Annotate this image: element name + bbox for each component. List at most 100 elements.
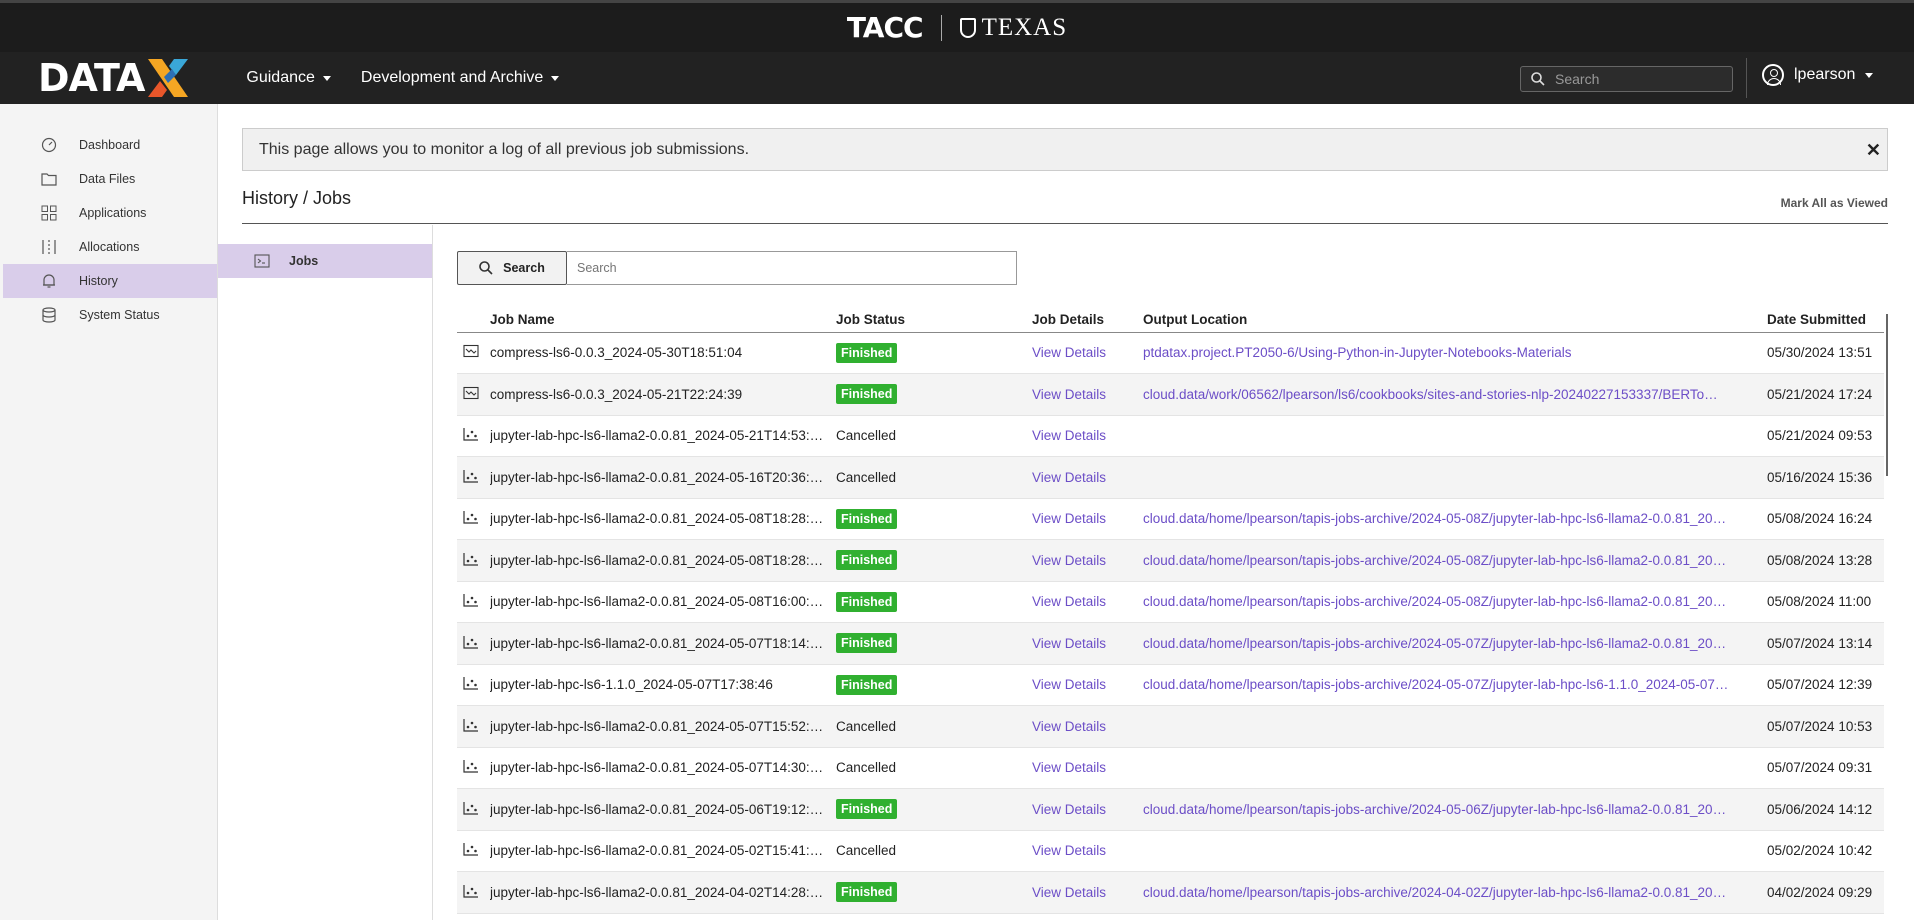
date-submitted: 05/07/2024 12:39: [1767, 664, 1884, 706]
output-location-link[interactable]: cloud.data/home/lpearson/tapis-jobs-arch…: [1143, 677, 1728, 692]
mark-all-viewed-button[interactable]: Mark All as Viewed: [1781, 196, 1888, 210]
subnav-item-jobs[interactable]: Jobs: [218, 244, 432, 278]
sidebar-item-label: Applications: [79, 206, 147, 220]
job-details-cell: View Details: [1032, 830, 1143, 872]
sidebar-item-system-status[interactable]: System Status: [3, 298, 217, 332]
output-location-cell: cloud.data/home/lpearson/tapis-jobs-arch…: [1143, 498, 1767, 540]
job-details-cell: View Details: [1032, 332, 1143, 374]
header-job-status: Job Status: [836, 302, 1032, 333]
sidebar-item-label: History: [79, 274, 118, 288]
view-details-link[interactable]: View Details: [1032, 594, 1106, 609]
jupyter-icon: [463, 760, 479, 776]
close-icon[interactable]: ✕: [1866, 140, 1881, 161]
sidebar-item-history[interactable]: History: [3, 264, 217, 298]
status-text: Cancelled: [836, 718, 897, 734]
job-name: jupyter-lab-hpc-ls6-llama2-0.0.81_2024-0…: [490, 788, 836, 831]
caret-down-icon: [551, 75, 560, 81]
output-location-link[interactable]: cloud.data/home/lpearson/tapis-jobs-arch…: [1143, 594, 1726, 609]
table-row: jupyter-lab-hpc-ls6-llama2-0.0.81_2024-0…: [457, 747, 1884, 789]
job-status-cell: Finished: [836, 332, 1032, 374]
view-details-link[interactable]: View Details: [1032, 553, 1106, 568]
view-details-link[interactable]: View Details: [1032, 677, 1106, 692]
job-type-cell: [457, 871, 490, 914]
job-type-cell: [457, 705, 490, 748]
date-submitted: 05/21/2024 17:24: [1767, 373, 1884, 416]
job-status-cell: Finished: [836, 498, 1032, 540]
output-location-link[interactable]: cloud.data/home/lpearson/tapis-jobs-arch…: [1143, 636, 1726, 651]
allocations-icon: [40, 238, 58, 256]
scrollbar[interactable]: [1886, 314, 1888, 476]
job-name: jupyter-lab-hpc-ls6-llama2-0.0.81_2024-0…: [490, 498, 836, 540]
main-content: This page allows you to monitor a log of…: [218, 104, 1914, 920]
terminal-icon: [254, 254, 270, 268]
view-details-link[interactable]: View Details: [1032, 885, 1106, 900]
view-details-link[interactable]: View Details: [1032, 636, 1106, 651]
job-type-cell: [457, 830, 490, 872]
job-status-cell: Finished: [836, 581, 1032, 623]
job-type-cell: [457, 539, 490, 582]
output-location-link[interactable]: cloud.data/work/06562/lpearson/ls6/cookb…: [1143, 387, 1718, 402]
output-location-link[interactable]: cloud.data/home/lpearson/tapis-jobs-arch…: [1143, 511, 1726, 526]
view-details-link[interactable]: View Details: [1032, 387, 1106, 402]
output-location-link[interactable]: cloud.data/home/lpearson/tapis-jobs-arch…: [1143, 553, 1726, 568]
output-location-cell: cloud.data/work/06562/lpearson/ls6/cookb…: [1143, 373, 1767, 416]
search-button-label: Search: [503, 261, 545, 275]
jupyter-icon: [463, 552, 479, 569]
jupyter-icon: [463, 428, 479, 444]
output-location-link[interactable]: cloud.data/home/lpearson/tapis-jobs-arch…: [1143, 802, 1726, 817]
output-location-link[interactable]: cloud.data/home/lpearson/tapis-jobs-arch…: [1143, 885, 1726, 900]
sidebar-item-data-files[interactable]: Data Files: [3, 162, 217, 196]
view-details-link[interactable]: View Details: [1032, 760, 1106, 775]
caret-down-icon: [1865, 72, 1874, 78]
search-icon: [1531, 72, 1545, 86]
job-status-cell: Finished: [836, 788, 1032, 831]
job-status-cell: Cancelled: [836, 830, 1032, 872]
jupyter-icon: [463, 469, 479, 486]
output-location-cell: cloud.data/home/lpearson/tapis-jobs-arch…: [1143, 871, 1767, 914]
search-button[interactable]: Search: [457, 251, 567, 285]
view-details-link[interactable]: View Details: [1032, 511, 1106, 526]
sidebar-item-applications[interactable]: Applications: [3, 196, 217, 230]
sidebar-item-allocations[interactable]: Allocations: [3, 230, 217, 264]
user-menu[interactable]: lpearson: [1762, 64, 1874, 86]
job-status-cell: Cancelled: [836, 705, 1032, 748]
job-name: jupyter-lab-hpc-ls6-llama2-0.0.81_2024-0…: [490, 705, 836, 748]
table-row: jupyter-lab-hpc-ls6-llama2-0.0.81_2024-0…: [457, 830, 1884, 872]
view-details-link[interactable]: View Details: [1032, 719, 1106, 734]
status-text: Cancelled: [836, 469, 897, 485]
texas-logo[interactable]: TEXAS: [959, 14, 1068, 42]
guidance-menu[interactable]: Guidance: [246, 69, 331, 87]
status-text: Cancelled: [836, 760, 897, 776]
table-row: jupyter-lab-hpc-ls6-llama2-0.0.81_2024-0…: [457, 871, 1884, 914]
output-location-cell: [1143, 415, 1767, 457]
job-details-cell: View Details: [1032, 871, 1143, 914]
bell-icon: [40, 272, 58, 290]
view-details-link[interactable]: View Details: [1032, 428, 1106, 443]
datax-logo[interactable]: DATA: [38, 56, 190, 100]
view-details-link[interactable]: View Details: [1032, 470, 1106, 485]
output-location-cell: cloud.data/home/lpearson/tapis-jobs-arch…: [1143, 664, 1767, 706]
output-location-cell: ptdatax.project.PT2050-6/Using-Python-in…: [1143, 332, 1767, 374]
header-job-name: Job Name: [490, 302, 836, 333]
page-title: History / Jobs: [242, 188, 352, 208]
job-name: compress-ls6-0.0.3_2024-05-21T22:24:39: [490, 373, 836, 416]
sidebar-item-label: Dashboard: [79, 138, 141, 152]
jobs-table: Job Name Job Status Job Details Output L…: [457, 302, 1884, 914]
global-search-input[interactable]: [1555, 71, 1715, 87]
view-details-link[interactable]: View Details: [1032, 802, 1106, 817]
guidance-menu-label: Guidance: [246, 69, 315, 86]
output-location-cell: [1143, 456, 1767, 499]
info-notice: This page allows you to monitor a log of…: [242, 128, 1888, 171]
database-icon: [40, 306, 58, 324]
sidebar-item-dashboard[interactable]: Dashboard: [3, 128, 217, 162]
view-details-link[interactable]: View Details: [1032, 345, 1106, 360]
development-archive-menu[interactable]: Development and Archive: [361, 69, 560, 87]
output-location-link[interactable]: ptdatax.project.PT2050-6/Using-Python-in…: [1143, 345, 1571, 360]
search-input[interactable]: [567, 251, 1017, 285]
job-name: jupyter-lab-hpc-ls6-llama2-0.0.81_2024-0…: [490, 871, 836, 914]
status-badge: Finished: [836, 674, 898, 695]
output-location-cell: cloud.data/home/lpearson/tapis-jobs-arch…: [1143, 788, 1767, 831]
view-details-link[interactable]: View Details: [1032, 843, 1106, 858]
tacc-logo[interactable]: TACC: [847, 11, 924, 44]
job-type-cell: [457, 581, 490, 623]
